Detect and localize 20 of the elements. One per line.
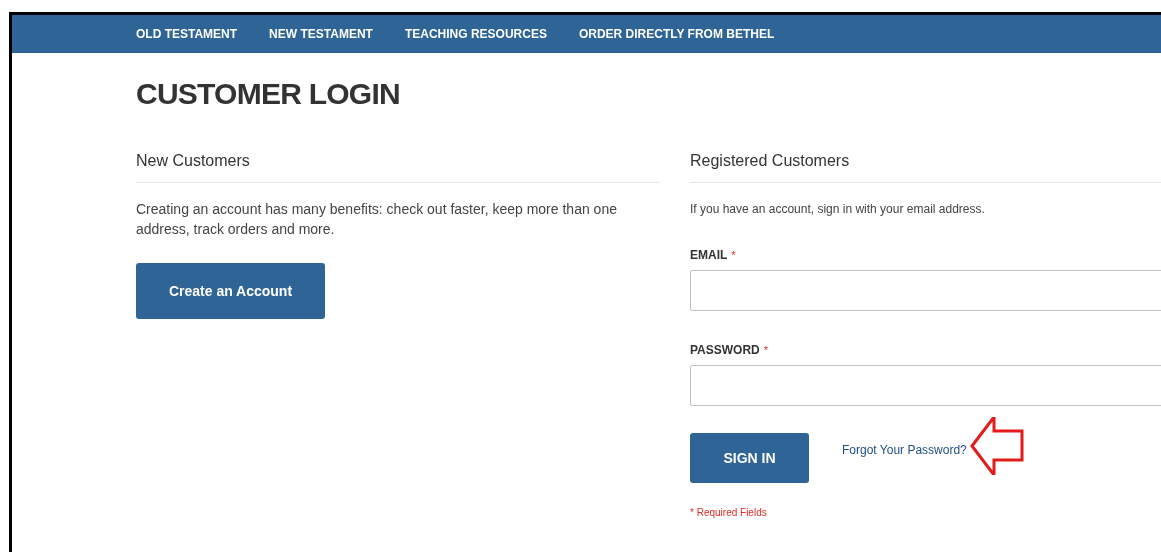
section-text: Creating an account has many benefits: check out faster, keep more than one address, track orders and more.	[136, 200, 618, 239]
input-field[interactable]	[690, 365, 1161, 406]
required-mark: *	[763, 343, 769, 358]
nav-link[interactable]: OLD TESTAMENT	[136, 25, 238, 43]
section-heading: Registered Customers	[690, 149, 1161, 183]
section-text: If you have an account, sign in with your email address.	[690, 201, 986, 218]
nav-link[interactable]: ORDER DIRECTLY FROM BETHEL	[578, 25, 775, 43]
required-mark: *	[731, 248, 736, 263]
input-field[interactable]	[690, 270, 1161, 311]
nav-link[interactable]: NEW TESTAMENT	[269, 25, 373, 43]
create-account-button[interactable]: Create an Account	[136, 263, 325, 319]
annotation-arrow	[969, 417, 1024, 475]
sign-in-button[interactable]: SIGN IN	[690, 433, 809, 483]
required-fields-note: * Required Fields	[690, 506, 768, 520]
page-title: CUSTOMER LOGIN	[136, 79, 401, 109]
section-heading: New Customers	[136, 149, 660, 183]
forgot-password-link[interactable]: Forgot Your Password?	[842, 441, 967, 459]
nav-link[interactable]: TEACHING RESOURCES	[404, 25, 547, 43]
field-label: PASSWORD	[690, 342, 760, 359]
field-label: EMAIL	[690, 247, 728, 264]
